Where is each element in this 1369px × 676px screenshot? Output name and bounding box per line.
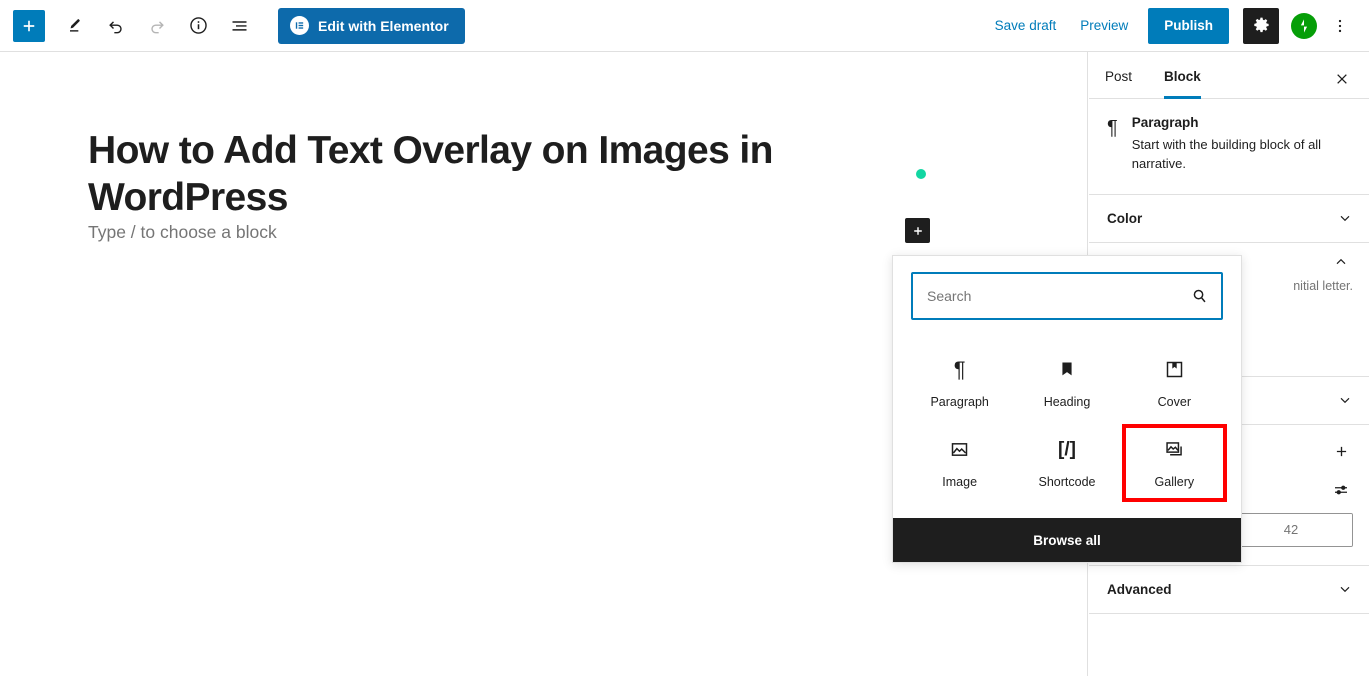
jetpack-button[interactable] (1289, 11, 1319, 41)
inline-block-inserter-button[interactable] (905, 218, 930, 243)
sliders-icon (1335, 485, 1347, 495)
search-input[interactable] (913, 274, 1221, 318)
jetpack-icon (1291, 12, 1317, 39)
inserter-search-wrapper (893, 256, 1241, 330)
edit-with-elementor-button[interactable]: Edit with Elementor (278, 7, 465, 44)
chevron-down-icon (1340, 398, 1350, 404)
header-left-toolbar: Edit with Elementor (0, 7, 465, 44)
save-draft-button[interactable]: Save draft (983, 12, 1069, 39)
panel-advanced-label: Advanced (1107, 581, 1172, 597)
header-right-toolbar: Save draft Preview Publish (983, 7, 1369, 44)
pencil-icon (70, 18, 80, 32)
grammar-status-dot-icon (916, 169, 926, 179)
inserter-block-gallery[interactable]: Gallery (1121, 424, 1227, 502)
undo-icon (109, 20, 122, 33)
inserter-block-heading[interactable]: Heading (1014, 344, 1119, 422)
redo-icon (151, 20, 164, 33)
inserter-block-image[interactable]: Image (907, 424, 1012, 502)
editor-header: Edit with Elementor Save draft Preview P… (0, 0, 1369, 52)
font-size-settings-button[interactable] (1329, 478, 1353, 502)
selected-block-card: ¶ Paragraph Start with the building bloc… (1089, 99, 1369, 195)
plus-icon (1336, 447, 1346, 457)
chevron-down-icon (1340, 216, 1350, 222)
page-title[interactable]: How to Add Text Overlay on Images in Wor… (88, 128, 918, 222)
chevron-up-icon (1336, 258, 1346, 264)
selected-block-description: Start with the building block of all nar… (1131, 137, 1322, 171)
font-size-preset-42[interactable]: 42 (1230, 513, 1352, 546)
list-view-button[interactable] (223, 10, 255, 42)
add-block-button[interactable] (13, 9, 45, 42)
panel-color-label: Color (1107, 210, 1143, 226)
collapse-typography-button[interactable] (1329, 250, 1353, 274)
panel-color[interactable]: Color (1089, 195, 1369, 243)
details-button[interactable] (182, 10, 214, 42)
tab-post[interactable]: Post (1089, 69, 1148, 98)
browse-all-button[interactable]: Browse all (893, 518, 1241, 562)
inserter-block-label: Heading (1043, 394, 1091, 409)
redo-button[interactable] (141, 10, 173, 42)
block-inserter-popover: ¶ Paragraph Heading Cover (892, 255, 1242, 563)
close-icon (1337, 74, 1347, 84)
inserter-block-label: Gallery (1154, 474, 1195, 489)
paragraph-pilcrow-icon: ¶ (1107, 117, 1118, 139)
publish-button[interactable]: Publish (1148, 7, 1229, 44)
elementor-button-label: Edit with Elementor (318, 17, 449, 34)
shortcode-icon: [/] (1058, 439, 1076, 460)
preview-button[interactable]: Preview (1068, 12, 1140, 39)
selected-block-title: Paragraph (1131, 115, 1199, 130)
kebab-menu-icon (1338, 19, 1342, 32)
inserter-search-field[interactable] (911, 272, 1223, 320)
inserter-block-cover[interactable]: Cover (1122, 344, 1227, 422)
info-icon (189, 17, 207, 34)
list-view-icon (232, 21, 246, 31)
inserter-block-label: Shortcode (1038, 474, 1096, 489)
paragraph-block-placeholder[interactable]: Type / to choose a block (88, 222, 277, 243)
search-icon (1190, 287, 1209, 306)
gallery-icon (1164, 438, 1185, 462)
cover-icon (1164, 358, 1185, 382)
settings-button[interactable] (1243, 7, 1279, 44)
inserter-block-label: Image (942, 474, 978, 489)
heading-bookmark-icon (1057, 358, 1077, 382)
inserter-block-grid: ¶ Paragraph Heading Cover Image [/] Shor… (893, 330, 1241, 518)
close-sidebar-button[interactable] (1329, 66, 1355, 92)
inserter-block-label: Cover (1157, 394, 1191, 409)
plus-icon (913, 226, 922, 235)
tab-block[interactable]: Block (1148, 69, 1217, 99)
inserter-block-shortcode[interactable]: [/] Shortcode (1014, 424, 1119, 502)
inserter-block-label: Paragraph (930, 394, 989, 409)
inserter-block-paragraph[interactable]: ¶ Paragraph (907, 344, 1012, 422)
plus-icon (23, 20, 35, 31)
chevron-down-icon (1340, 587, 1350, 593)
elementor-logo-icon (290, 16, 309, 35)
paragraph-pilcrow-icon: ¶ (953, 356, 966, 382)
panel-advanced[interactable]: Advanced (1089, 566, 1369, 614)
tools-button[interactable] (59, 10, 91, 42)
image-icon (949, 438, 970, 462)
more-options-button[interactable] (1325, 10, 1355, 42)
undo-button[interactable] (100, 10, 132, 42)
add-typography-control-button[interactable] (1329, 440, 1353, 464)
gear-icon (1253, 17, 1269, 33)
sidebar-tabs: Post Block (1089, 52, 1369, 99)
